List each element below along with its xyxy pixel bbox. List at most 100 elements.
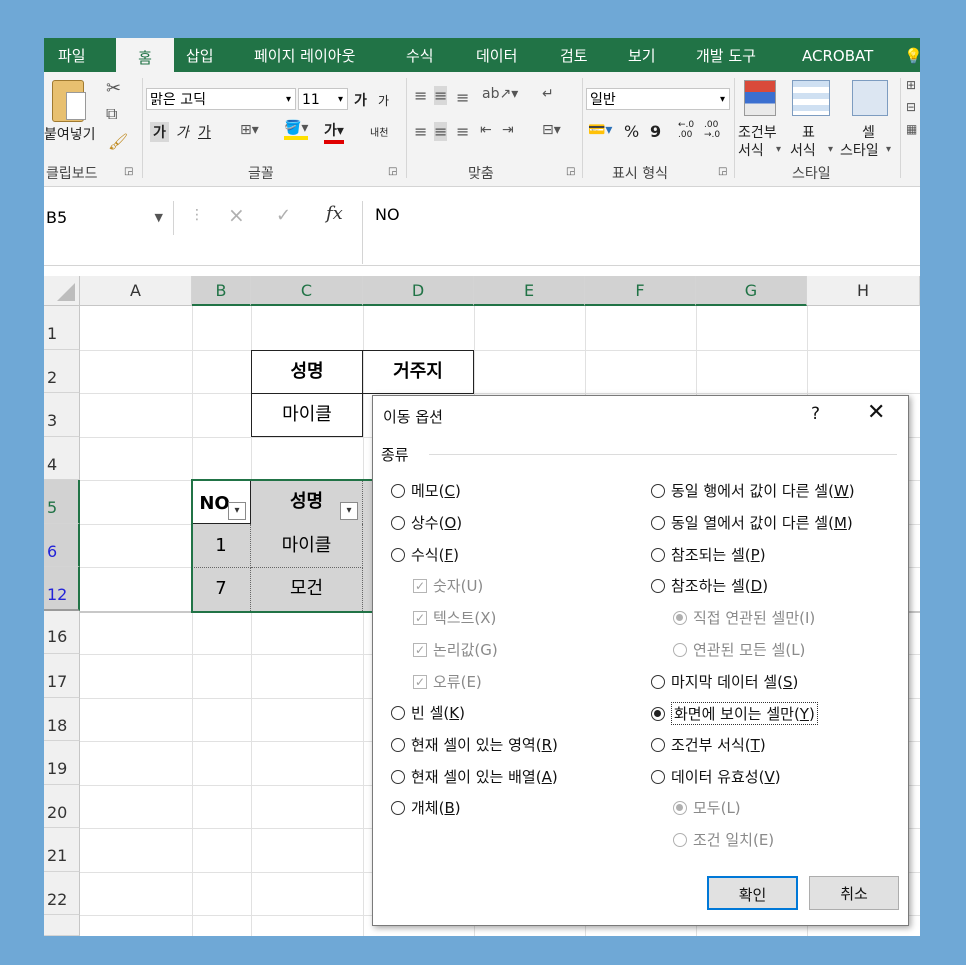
font-color-icon[interactable]: 가▾ <box>324 120 344 144</box>
number-format-combo[interactable]: 일반 ▾ <box>586 88 730 110</box>
conditional-format-icon[interactable] <box>744 80 776 116</box>
delete-cells-icon[interactable]: ⊟ <box>906 100 916 114</box>
tab-acrobat[interactable]: ACROBAT <box>802 38 873 72</box>
name-box[interactable]: B5 ▼ <box>44 201 174 235</box>
format-cells-icon[interactable]: ▦ <box>906 122 917 136</box>
select-all-corner[interactable] <box>44 276 80 306</box>
cell-styles-label-1[interactable]: 셀 <box>862 122 875 142</box>
tab-data[interactable]: 데이터 <box>476 38 517 72</box>
option-objects[interactable]: 개체(B) <box>391 797 461 818</box>
align-center-icon[interactable]: ≡ <box>434 122 448 141</box>
cancel-icon[interactable]: × <box>228 203 245 227</box>
tab-insert[interactable]: 삽입 <box>186 38 214 72</box>
comma-button[interactable]: 9 <box>650 122 661 141</box>
row-header-2[interactable]: 2 <box>44 350 80 393</box>
tab-home[interactable]: 홈 <box>116 38 174 74</box>
percent-button[interactable]: % <box>624 122 639 141</box>
conditional-format-label-1[interactable]: 조건부 <box>738 122 777 142</box>
tab-view[interactable]: 보기 <box>628 38 656 72</box>
close-icon[interactable]: ✕ <box>867 400 885 425</box>
cut-icon[interactable]: ✂ <box>106 78 121 99</box>
format-painter-icon[interactable]: 🖌 <box>108 132 128 151</box>
align-bottom-icon[interactable]: ≡ <box>456 88 469 107</box>
border-icon[interactable]: ⊞▾ <box>240 122 259 138</box>
option-row-differences[interactable]: 동일 행에서 값이 다른 셀(W) <box>651 480 855 501</box>
alignment-launcher-icon[interactable]: ◲ <box>566 166 575 177</box>
merge-center-icon[interactable]: ⊟▾ <box>542 122 561 138</box>
grow-font-button[interactable]: 가 <box>354 90 367 110</box>
column-header-c[interactable]: C <box>251 276 363 306</box>
column-header-h[interactable]: H <box>807 276 920 306</box>
column-header-f[interactable]: F <box>585 276 696 306</box>
wrap-text-icon[interactable]: ↵ <box>542 86 554 102</box>
italic-button[interactable]: 가 <box>176 122 189 142</box>
column-header-d[interactable]: D <box>363 276 474 306</box>
option-conditional-formats[interactable]: 조건부 서식(T) <box>651 734 766 755</box>
tab-formulas[interactable]: 수식 <box>406 38 434 72</box>
drag-handle-icon[interactable]: ⋮ <box>190 207 204 223</box>
option-current-region[interactable]: 현재 셀이 있는 영역(R) <box>391 734 558 755</box>
row-header-19[interactable]: 19 <box>44 741 80 785</box>
fill-color-icon[interactable]: 🪣▾ <box>284 120 309 140</box>
option-visible-cells-only[interactable]: 화면에 보이는 셀만(Y) <box>651 702 818 725</box>
increase-decimal-button[interactable]: ←.0 .00 <box>678 120 694 140</box>
row-header-3[interactable]: 3 <box>44 393 80 437</box>
bold-button[interactable]: 가 <box>150 122 169 142</box>
option-blanks[interactable]: 빈 셀(K) <box>391 702 465 723</box>
enter-icon[interactable]: ✓ <box>276 205 291 226</box>
align-middle-icon[interactable]: ≡ <box>434 86 448 105</box>
option-dependents[interactable]: 참조하는 셀(D) <box>651 575 768 596</box>
cell-c2[interactable]: 성명 <box>251 350 363 394</box>
clipboard-launcher-icon[interactable]: ◲ <box>124 166 133 177</box>
row-header-20[interactable]: 20 <box>44 785 80 828</box>
option-last-cell[interactable]: 마지막 데이터 셀(S) <box>651 671 798 692</box>
row-header-17[interactable]: 17 <box>44 654 80 698</box>
row-header-1[interactable]: 1 <box>44 306 80 350</box>
decrease-decimal-button[interactable]: .00 →.0 <box>704 120 720 140</box>
row-header-22[interactable]: 22 <box>44 872 80 915</box>
orientation-icon[interactable]: ab↗▾ <box>482 86 518 102</box>
option-formulas[interactable]: 수식(F) <box>391 544 459 565</box>
paste-button[interactable]: 붙여넣기 <box>44 124 96 144</box>
ok-button[interactable]: 확인 <box>707 876 798 910</box>
option-data-validation[interactable]: 데이터 유효성(V) <box>651 766 781 787</box>
increase-indent-icon[interactable]: ⇥ <box>502 122 514 138</box>
row-header-12[interactable]: 12 <box>44 567 80 611</box>
insert-cells-icon[interactable]: ⊞ <box>906 78 916 92</box>
row-header-21[interactable]: 21 <box>44 828 80 872</box>
option-constants[interactable]: 상수(O) <box>391 512 462 533</box>
align-top-icon[interactable]: ≡ <box>414 86 427 105</box>
column-header-a[interactable]: A <box>80 276 192 306</box>
shrink-font-button[interactable]: 가 <box>378 92 389 109</box>
copy-icon[interactable]: ⧉ <box>106 104 117 124</box>
align-right-icon[interactable]: ≡ <box>456 122 469 141</box>
format-as-table-label-2[interactable]: 서식 <box>790 140 816 160</box>
option-comments[interactable]: 메모(C) <box>391 480 461 501</box>
option-column-differences[interactable]: 동일 열에서 값이 다른 셀(M) <box>651 512 853 533</box>
help-icon[interactable]: ? <box>811 404 820 424</box>
align-left-icon[interactable]: ≡ <box>414 122 427 141</box>
format-as-table-icon[interactable] <box>792 80 830 116</box>
cell-c3[interactable]: 마이클 <box>251 393 363 437</box>
row-header-6[interactable]: 6 <box>44 524 80 567</box>
cancel-button[interactable]: 취소 <box>809 876 899 910</box>
column-header-e[interactable]: E <box>474 276 585 306</box>
font-name-combo[interactable]: 맑은 고딕 ▾ <box>146 88 296 110</box>
phonetic-button[interactable]: 내천 <box>370 124 388 139</box>
decrease-indent-icon[interactable]: ⇤ <box>480 122 492 138</box>
row-header-18[interactable]: 18 <box>44 698 80 741</box>
row-header-4[interactable]: 4 <box>44 437 80 480</box>
format-as-table-label-1[interactable]: 표 <box>802 122 815 142</box>
font-size-combo[interactable]: 11 ▾ <box>298 88 348 110</box>
cell-d2[interactable]: 거주지 <box>362 350 474 394</box>
underline-button[interactable]: 가 <box>198 122 211 142</box>
accounting-format-icon[interactable]: 💳▾ <box>588 122 612 138</box>
lightbulb-icon[interactable]: 💡 <box>904 38 920 72</box>
option-precedents[interactable]: 참조되는 셀(P) <box>651 544 766 565</box>
formula-input[interactable]: NO <box>362 201 920 264</box>
conditional-format-label-2[interactable]: 서식 <box>738 140 764 160</box>
column-header-b[interactable]: B <box>192 276 251 306</box>
tab-review[interactable]: 검토 <box>560 38 588 72</box>
cell-styles-icon[interactable] <box>852 80 888 116</box>
tab-developer[interactable]: 개발 도구 <box>696 38 756 72</box>
